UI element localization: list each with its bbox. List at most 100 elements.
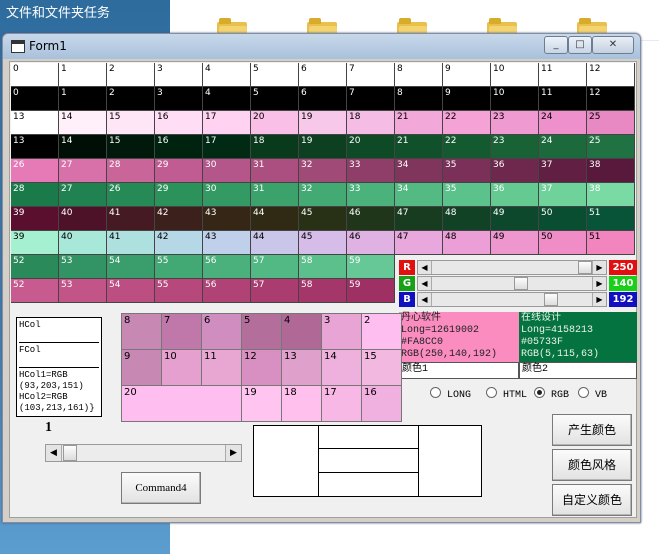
color-cell[interactable]: 45	[299, 207, 347, 231]
color-cell[interactable]: 10	[491, 63, 539, 87]
color-cell[interactable]: 33	[347, 159, 395, 183]
color-cell[interactable]: 22	[443, 111, 491, 135]
color-cell[interactable]: 11	[539, 87, 587, 111]
color-cell[interactable]: 0	[11, 87, 59, 111]
counter-scrollbar[interactable]: ◀ ▶	[45, 444, 242, 462]
color-cell[interactable]: 58	[299, 255, 347, 279]
color-cell[interactable]: 31	[251, 159, 299, 183]
scroll-right-icon[interactable]: ▶	[592, 293, 606, 306]
color-cell[interactable]: 18	[347, 111, 395, 135]
color-cell[interactable]: 57	[251, 255, 299, 279]
color-cell[interactable]: 29	[155, 159, 203, 183]
color-cell[interactable]: 13	[11, 111, 59, 135]
color-cell[interactable]: 2	[107, 63, 155, 87]
color-cell[interactable]: 20	[347, 135, 395, 159]
color-cell[interactable]: 44	[251, 231, 299, 255]
palette-cell[interactable]: 8	[122, 314, 162, 350]
palette-cell[interactable]: 18	[282, 386, 322, 422]
color-cell[interactable]: 6	[299, 87, 347, 111]
color-cell[interactable]: 39	[11, 207, 59, 231]
color-cell[interactable]: 55	[155, 279, 203, 303]
color-cell[interactable]: 4	[203, 87, 251, 111]
color-cell[interactable]: 35	[443, 183, 491, 207]
color-cell[interactable]: 56	[203, 279, 251, 303]
color-cell[interactable]: 53	[59, 279, 107, 303]
palette-cell[interactable]: 13	[282, 350, 322, 386]
color-cell[interactable]: 21	[395, 135, 443, 159]
color-cell[interactable]: 9	[443, 63, 491, 87]
color-cell[interactable]: 25	[587, 135, 635, 159]
color-cell[interactable]: 49	[491, 231, 539, 255]
color-cell[interactable]: 32	[299, 159, 347, 183]
color-cell[interactable]: 58	[299, 279, 347, 303]
scroll-right-icon[interactable]: ▶	[225, 445, 241, 461]
color-cell[interactable]: 30	[203, 183, 251, 207]
palette-cell[interactable]: 10	[162, 350, 202, 386]
scroll-left-icon[interactable]: ◀	[418, 261, 432, 274]
color-cell[interactable]: 8	[395, 63, 443, 87]
generate-color-button[interactable]: 产生颜色	[552, 414, 632, 446]
color-cell[interactable]: 57	[251, 279, 299, 303]
color-cell[interactable]: 47	[395, 207, 443, 231]
color-cell[interactable]: 21	[395, 111, 443, 135]
color-cell[interactable]: 29	[155, 183, 203, 207]
color-cell[interactable]: 52	[11, 279, 59, 303]
color-cell[interactable]: 15	[107, 111, 155, 135]
color-cell[interactable]: 30	[203, 159, 251, 183]
color-cell[interactable]: 1	[59, 63, 107, 87]
color-cell[interactable]: 50	[539, 231, 587, 255]
color-cell[interactable]: 51	[587, 207, 635, 231]
color-cell[interactable]: 54	[107, 255, 155, 279]
color-cell[interactable]: 53	[59, 255, 107, 279]
blue-slider-thumb[interactable]	[544, 293, 558, 306]
color-cell[interactable]: 41	[107, 231, 155, 255]
color-cell[interactable]: 10	[491, 87, 539, 111]
color-cell[interactable]: 43	[203, 207, 251, 231]
color-cell[interactable]: 23	[491, 111, 539, 135]
color-cell[interactable]: 49	[491, 207, 539, 231]
color-cell[interactable]: 39	[11, 231, 59, 255]
red-slider-thumb[interactable]	[578, 261, 592, 274]
color-cell[interactable]: 23	[491, 135, 539, 159]
radio-rgb[interactable]: RGB	[534, 387, 569, 401]
color-cell[interactable]: 50	[539, 207, 587, 231]
color-cell[interactable]: 32	[299, 183, 347, 207]
color-cell[interactable]: 3	[155, 87, 203, 111]
color-cell[interactable]: 19	[299, 135, 347, 159]
command4-button[interactable]: Command4	[121, 472, 201, 504]
color-cell[interactable]: 47	[395, 231, 443, 255]
color-cell[interactable]: 33	[347, 183, 395, 207]
color-cell[interactable]: 26	[107, 183, 155, 207]
color-cell[interactable]: 48	[443, 231, 491, 255]
color-cell[interactable]: 17	[203, 111, 251, 135]
color-cell[interactable]: 54	[107, 279, 155, 303]
color-cell[interactable]: 15	[107, 135, 155, 159]
color-cell[interactable]: 13	[11, 135, 59, 159]
color-cell[interactable]: 16	[155, 111, 203, 135]
palette-cell[interactable]: 15	[362, 350, 402, 386]
palette-cell[interactable]: 12	[242, 350, 282, 386]
color-cell[interactable]: 22	[443, 135, 491, 159]
palette-cell[interactable]: 4	[282, 314, 322, 350]
scroll-left-icon[interactable]: ◀	[46, 445, 62, 461]
palette-cell[interactable]: 5	[242, 314, 282, 350]
color-cell[interactable]: 27	[59, 159, 107, 183]
color-style-button[interactable]: 颜色风格	[552, 449, 632, 481]
radio-html[interactable]: HTML	[486, 387, 527, 401]
color-cell[interactable]: 6	[299, 63, 347, 87]
color-cell[interactable]: 18	[251, 135, 299, 159]
color-cell[interactable]: 28	[11, 183, 59, 207]
maximize-button[interactable]: □	[568, 36, 592, 54]
color-cell[interactable]: 37	[539, 159, 587, 183]
color-cell[interactable]: 42	[155, 231, 203, 255]
color-cell[interactable]: 51	[587, 231, 635, 255]
palette-cell[interactable]: 20	[122, 386, 242, 422]
color-cell[interactable]: 55	[155, 255, 203, 279]
color-cell[interactable]: 24	[539, 135, 587, 159]
palette-cell[interactable]: 17	[322, 386, 362, 422]
scroll-right-icon[interactable]: ▶	[592, 277, 606, 290]
color-cell[interactable]: 52	[11, 255, 59, 279]
color-cell[interactable]: 38	[587, 159, 635, 183]
palette-cell[interactable]: 19	[242, 386, 282, 422]
color-cell[interactable]: 20	[251, 111, 299, 135]
